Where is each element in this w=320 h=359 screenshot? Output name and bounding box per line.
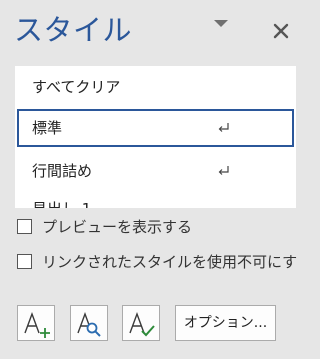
- style-item-clear-all[interactable]: すべてクリア: [17, 68, 294, 106]
- show-preview-label: プレビューを表示する: [42, 217, 193, 236]
- disable-linked-styles-label: リンクされたスタイルを使用不可にす: [42, 252, 298, 271]
- close-icon: [273, 23, 289, 39]
- styles-list[interactable]: すべてクリア 標準 行間詰め 見出し 1: [15, 66, 296, 208]
- style-inspector-button[interactable]: [70, 305, 108, 341]
- show-preview-checkbox[interactable]: [17, 218, 32, 234]
- disable-linked-styles-checkbox[interactable]: [17, 253, 32, 269]
- paragraph-style-icon: [218, 123, 229, 132]
- style-item-normal[interactable]: 標準: [17, 109, 294, 147]
- style-item-label: 標準: [32, 119, 63, 137]
- paragraph-style-icon: [218, 166, 229, 175]
- style-item-no-spacing[interactable]: 行間詰め: [17, 152, 294, 190]
- style-item-label: 行間詰め: [32, 162, 93, 180]
- options-button[interactable]: オプション...: [175, 305, 276, 341]
- new-style-button[interactable]: [17, 305, 55, 341]
- manage-styles-button[interactable]: [122, 305, 160, 341]
- pane-options-button[interactable]: [209, 20, 233, 44]
- style-inspector-icon: [77, 311, 101, 337]
- style-item-label: 見出し 1: [32, 190, 91, 208]
- style-item-heading-1[interactable]: 見出し 1: [17, 190, 294, 208]
- disable-linked-styles-option[interactable]: リンクされたスタイルを使用不可にす: [17, 250, 297, 272]
- close-pane-button[interactable]: [267, 17, 295, 45]
- chevron-down-icon: [214, 20, 228, 27]
- new-style-icon: [24, 311, 50, 338]
- pane-title: スタイル: [14, 13, 133, 47]
- style-item-label: すべてクリア: [32, 78, 121, 96]
- show-preview-option[interactable]: プレビューを表示する: [17, 215, 192, 237]
- manage-styles-icon: [129, 311, 155, 337]
